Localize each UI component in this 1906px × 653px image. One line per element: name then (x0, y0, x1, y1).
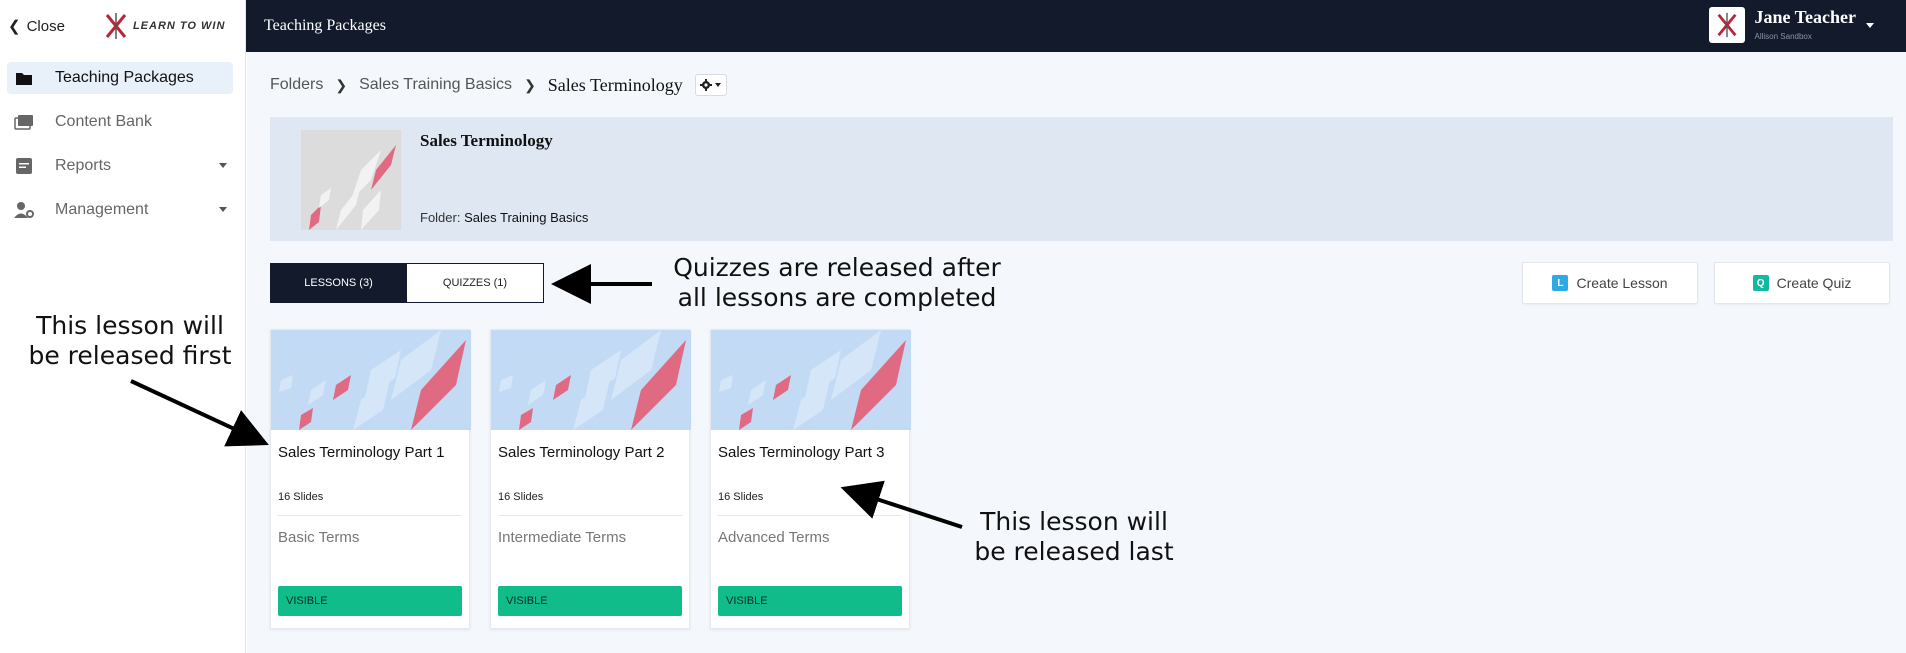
breadcrumb: Folders ❯ Sales Training Basics ❯ Sales … (270, 74, 727, 96)
lesson-thumbnail (491, 330, 691, 430)
breadcrumb-folders[interactable]: Folders (270, 76, 323, 94)
create-lesson-button[interactable]: L Create Lesson (1522, 262, 1698, 304)
sidebar-item-content-bank[interactable]: Content Bank (7, 106, 233, 138)
folder-name[interactable]: Sales Training Basics (464, 210, 588, 225)
annotation-text: all lessons are completed (677, 283, 997, 312)
folder-icon (13, 67, 35, 89)
lesson-title: Sales Terminology Part 3 (718, 444, 885, 461)
logo-text: LEARN TO WIN (132, 20, 226, 32)
lesson-card[interactable]: Sales Terminology Part 3 16 Slides Advan… (710, 329, 911, 629)
close-button[interactable]: ❮ Close (8, 17, 65, 36)
avatar (1708, 7, 1745, 43)
lesson-thumbnail (711, 330, 911, 430)
lesson-slide-count: 16 Slides (498, 491, 544, 503)
package-folder: Folder: Sales Training Basics (420, 210, 588, 225)
sidebar-item-label: Teaching Packages (55, 69, 194, 86)
settings-dropdown-button[interactable] (694, 74, 727, 96)
lesson-thumbnail (271, 330, 471, 430)
user-organization: Allison Sandbox (1754, 32, 1812, 41)
annotation-text: This lesson will (36, 311, 224, 340)
lesson-slide-count: 16 Slides (718, 491, 764, 503)
chevron-down-icon (219, 207, 227, 212)
annotation-last-lesson: This lesson will be released last (958, 507, 1190, 567)
visibility-button[interactable]: VISIBLE (278, 586, 462, 616)
chevron-down-icon (715, 83, 722, 87)
lesson-description: Advanced Terms (718, 529, 830, 546)
sidebar-item-label: Management (55, 201, 149, 218)
chevron-right-icon: ❯ (335, 76, 348, 93)
sidebar-item-label: Reports (55, 157, 112, 174)
close-label: Close (26, 17, 65, 35)
lesson-card[interactable]: Sales Terminology Part 2 16 Slides Inter… (490, 329, 691, 629)
divider (718, 515, 902, 516)
annotation-quizzes: Quizzes are released after all lessons a… (652, 253, 1022, 313)
annotation-text: This lesson will (980, 507, 1168, 536)
folder-label: Folder: (420, 210, 461, 225)
annotation-first-lesson: This lesson will be released first (14, 311, 246, 371)
user-gear-icon (13, 199, 35, 221)
lesson-badge-icon: L (1552, 275, 1569, 291)
logo-mark-icon (105, 13, 127, 39)
visibility-button[interactable]: VISIBLE (718, 586, 902, 616)
user-menu[interactable]: Jane Teacher Allison Sandbox (1708, 7, 1874, 43)
package-title: Sales Terminology (420, 131, 553, 150)
visibility-button[interactable]: VISIBLE (498, 586, 682, 616)
sidebar-item-management[interactable]: Management (7, 194, 233, 226)
sidebar-nav: Teaching Packages Content Bank Reports M… (0, 62, 245, 226)
divider (278, 515, 462, 516)
create-lesson-label: Create Lesson (1576, 275, 1668, 291)
divider (498, 515, 682, 516)
chevron-right-icon: ❯ (524, 76, 536, 93)
content-tabs: LESSONS (3) QUIZZES (1) (270, 263, 544, 303)
chevron-down-icon (219, 163, 227, 168)
chevron-left-icon: ❮ (8, 18, 21, 35)
tab-quizzes[interactable]: QUIZZES (1) (407, 263, 544, 303)
gear-icon (700, 79, 713, 91)
annotation-text: Quizzes are released after (673, 253, 1001, 282)
package-thumbnail (301, 130, 401, 230)
tab-lessons[interactable]: LESSONS (3) (270, 263, 407, 303)
page-title: Teaching Packages (264, 17, 386, 34)
breadcrumb-current: Sales Terminology (547, 74, 683, 95)
sidebar-item-label: Content Bank (55, 113, 152, 130)
sidebar-item-reports[interactable]: Reports (7, 150, 233, 182)
top-bar: Teaching Packages Jane Teacher Allison S… (246, 0, 1906, 52)
quiz-badge-icon: Q (1752, 275, 1769, 291)
create-quiz-button[interactable]: Q Create Quiz (1714, 262, 1890, 304)
sidebar-item-teaching-packages[interactable]: Teaching Packages (7, 62, 233, 94)
annotation-text: be released first (28, 341, 232, 370)
breadcrumb-sales-training-basics[interactable]: Sales Training Basics (359, 76, 512, 94)
create-quiz-label: Create Quiz (1776, 275, 1852, 291)
user-name: Jane Teacher (1754, 7, 1857, 27)
chevron-down-icon (1866, 23, 1874, 28)
lesson-title: Sales Terminology Part 1 (278, 444, 445, 461)
lesson-description: Intermediate Terms (498, 529, 627, 546)
report-icon (13, 155, 35, 177)
logo: LEARN TO WIN (103, 11, 225, 41)
package-header: Sales Terminology Folder: Sales Training… (270, 117, 1893, 241)
lesson-description: Basic Terms (278, 529, 360, 546)
lesson-card[interactable]: Sales Terminology Part 1 16 Slides Basic… (270, 329, 471, 629)
lesson-slide-count: 16 Slides (278, 491, 324, 503)
images-icon (13, 111, 35, 133)
lesson-title: Sales Terminology Part 2 (498, 444, 665, 461)
annotation-text: be released last (974, 537, 1174, 566)
